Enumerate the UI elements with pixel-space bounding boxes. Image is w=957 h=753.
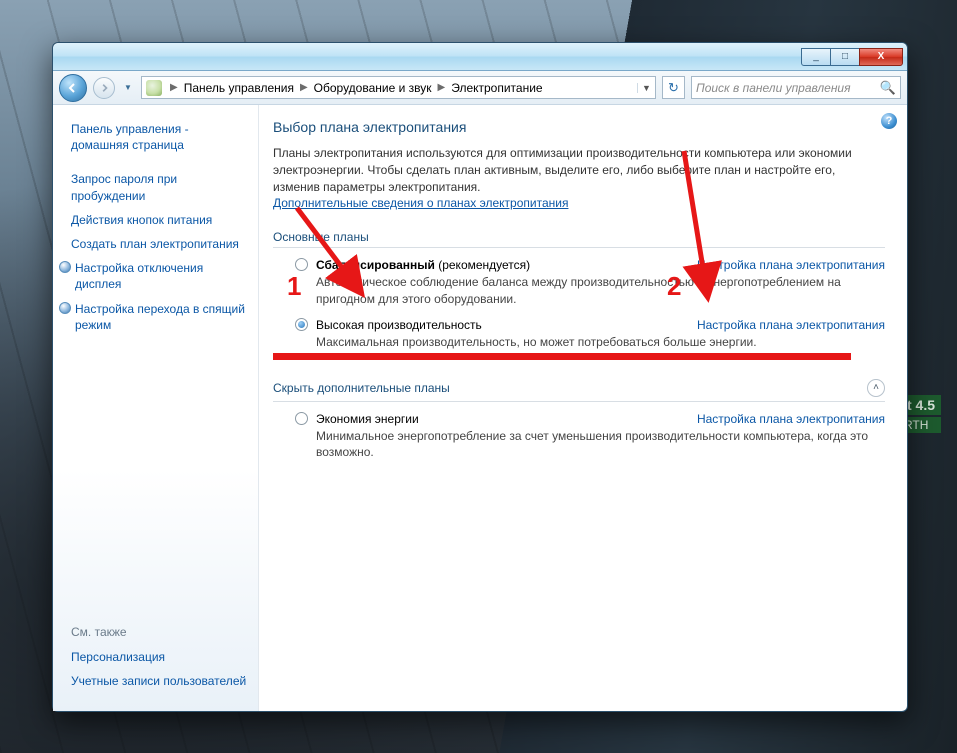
hide-extra-plans-toggle[interactable]: Скрыть дополнительные планы ˄: [273, 379, 885, 402]
plan-name[interactable]: Экономия энергии: [316, 412, 419, 426]
plan-desc: Максимальная производительность, но може…: [316, 334, 885, 351]
power-plan-saver: Экономия энергии Настройка плана электро…: [295, 410, 885, 462]
radio-balanced[interactable]: [295, 258, 308, 271]
sidebar-home-link[interactable]: Панель управления - домашняя страница: [53, 117, 258, 157]
address-bar: ▼ ▶ Панель управления ▶ Оборудование и з…: [53, 71, 907, 105]
nav-history-dropdown[interactable]: ▼: [121, 83, 135, 92]
sidebar-link[interactable]: Создать план электропитания: [53, 232, 258, 256]
sidebar: Панель управления - домашняя страница За…: [53, 105, 259, 711]
shield-icon: [59, 261, 71, 273]
change-plan-link[interactable]: Настройка плана электропитания: [697, 412, 885, 426]
search-icon: 🔍: [880, 80, 896, 96]
chevron-right-icon[interactable]: ▶: [296, 82, 312, 93]
plan-desc: Автоматическое соблюдение баланса между …: [316, 274, 885, 308]
power-plan-high-performance: Высокая производительность Настройка пла…: [295, 316, 885, 351]
see-also-header: См. также: [53, 623, 258, 645]
change-plan-link[interactable]: Настройка плана электропитания: [697, 318, 885, 332]
back-button[interactable]: [59, 74, 87, 102]
breadcrumb-seg-1[interactable]: Панель управления: [182, 81, 296, 95]
power-plan-balanced: Сбалансированный (рекомендуется) Настрой…: [295, 256, 885, 308]
sidebar-footer-link[interactable]: Учетные записи пользователей: [53, 669, 258, 693]
plan-name[interactable]: Высокая производительность: [316, 318, 482, 332]
breadcrumb-seg-3[interactable]: Электропитание: [449, 81, 544, 95]
page-title: Выбор плана электропитания: [273, 119, 885, 135]
refresh-icon: ↻: [668, 80, 679, 96]
radio-power-saver[interactable]: [295, 412, 308, 425]
chevron-up-icon: ˄: [867, 379, 885, 397]
breadcrumb-dropdown[interactable]: ▼: [637, 83, 655, 93]
annotation-underline: [273, 353, 851, 360]
breadcrumb-bar[interactable]: ▶ Панель управления ▶ Оборудование и зву…: [141, 76, 656, 99]
sidebar-link-display-off[interactable]: Настройка отключения дисплея: [53, 256, 258, 296]
arrow-left-icon: [67, 82, 79, 94]
forward-button[interactable]: [93, 77, 115, 99]
arrow-right-icon: [99, 83, 109, 93]
change-plan-link[interactable]: Настройка плана электропитания: [697, 258, 885, 272]
sidebar-footer-link[interactable]: Персонализация: [53, 645, 258, 669]
intro-text: Планы электропитания используются для оп…: [273, 145, 885, 212]
plan-desc: Минимальное энергопотребление за счет ум…: [316, 428, 885, 462]
breadcrumb-seg-2[interactable]: Оборудование и звук: [312, 81, 434, 95]
minimize-button[interactable]: _: [801, 48, 831, 66]
help-icon[interactable]: ?: [881, 113, 897, 129]
search-placeholder: Поиск в панели управления: [696, 81, 851, 95]
refresh-button[interactable]: ↻: [662, 76, 685, 99]
chevron-right-icon[interactable]: ▶: [434, 82, 450, 93]
chevron-right-icon[interactable]: ▶: [166, 82, 182, 93]
sidebar-link[interactable]: Действия кнопок питания: [53, 208, 258, 232]
maximize-button[interactable]: □: [830, 48, 860, 66]
control-panel-icon: [146, 80, 162, 96]
window-titlebar[interactable]: _ □ X: [53, 43, 907, 71]
sidebar-link-sleep[interactable]: Настройка перехода в спящий режим: [53, 297, 258, 337]
search-input[interactable]: Поиск в панели управления 🔍: [691, 76, 901, 99]
radio-high-performance[interactable]: [295, 318, 308, 331]
more-info-link[interactable]: Дополнительные сведения о планах электро…: [273, 196, 568, 210]
main-content: ? Выбор плана электропитания Планы элект…: [259, 105, 907, 711]
section-main-plans: Основные планы: [273, 230, 885, 248]
shield-icon: [59, 302, 71, 314]
close-button[interactable]: X: [859, 48, 903, 66]
plan-name[interactable]: Сбалансированный (рекомендуется): [316, 258, 530, 272]
control-panel-window: _ □ X ▼ ▶ Панель управления ▶ Оборудован…: [52, 42, 908, 712]
sidebar-link[interactable]: Запрос пароля при пробуждении: [53, 167, 258, 207]
